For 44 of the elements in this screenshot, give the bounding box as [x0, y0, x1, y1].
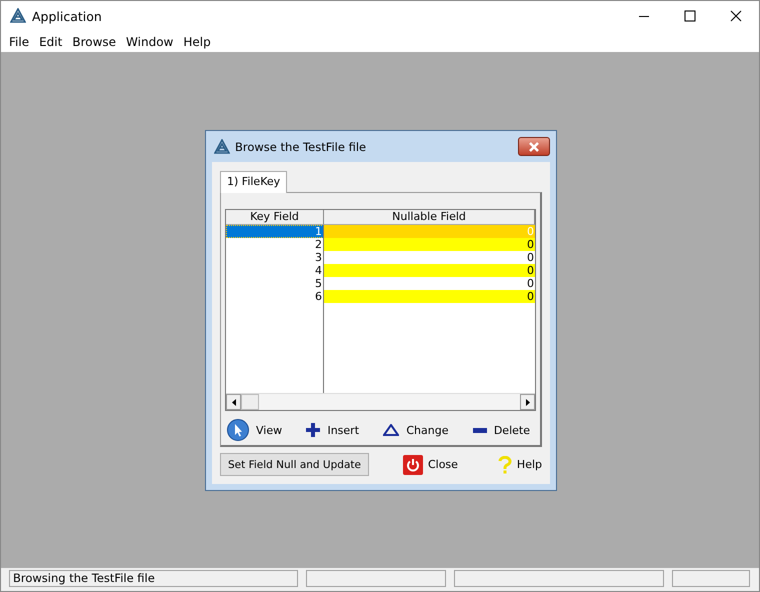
column-header[interactable]: Key Field [226, 210, 324, 225]
insert-button[interactable]: Insert [306, 423, 360, 437]
tab[interactable]: 1) FileKey [220, 171, 288, 193]
cursor-icon [227, 419, 249, 441]
power-icon [402, 454, 423, 474]
table-cell-text: 0 [526, 277, 535, 290]
close-x-icon [528, 142, 540, 152]
triangle-icon [383, 424, 400, 436]
menu-item[interactable]: Browse [67, 34, 122, 48]
table-cell: 1 [226, 225, 324, 238]
view-button[interactable]: View [227, 419, 282, 441]
app-logo-icon [10, 8, 26, 24]
close-button[interactable] [518, 137, 550, 156]
help-button[interactable]: Help [492, 454, 548, 474]
set-null-button[interactable]: Set Field Null and Update [220, 453, 369, 476]
dialog-logo-icon [214, 138, 230, 154]
scroll-right-icon[interactable] [526, 398, 530, 406]
menu-item[interactable]: Window [121, 34, 178, 48]
table-cell-text: 4 [314, 264, 323, 277]
table-cell: 0 [324, 238, 535, 251]
dialog-title: Browse the TestFile file [235, 140, 368, 154]
plus-icon [306, 423, 320, 437]
window-title: Application [32, 8, 103, 24]
close-dialog-button[interactable]: Close [396, 454, 464, 476]
table-cell-text: 6 [314, 290, 323, 303]
table-cell: 0 [324, 225, 535, 238]
minus-icon [472, 428, 487, 432]
table-cell-text: 5 [314, 277, 323, 290]
horizontal-scrollbar[interactable] [226, 393, 535, 410]
status-text: Browsing the TestFile file [9, 570, 298, 587]
column-header[interactable]: Nullable Field [324, 210, 535, 225]
table-cell-text: 0 [526, 251, 535, 264]
change-button[interactable]: Change [383, 424, 448, 436]
table-cell-text: 2 [314, 238, 323, 251]
scroll-left-icon[interactable] [232, 398, 236, 406]
table-cell: 0 [324, 290, 535, 303]
scrollbar-thumb[interactable] [241, 394, 259, 410]
delete-button[interactable]: Delete [472, 424, 530, 436]
menu-item[interactable]: File [4, 34, 34, 48]
table-cell: 0 [324, 264, 535, 277]
menu-item[interactable]: Help [178, 34, 216, 48]
table-cell-text: 3 [314, 251, 323, 264]
menu-item[interactable]: Edit [34, 34, 68, 48]
question-mark-icon [498, 456, 512, 474]
